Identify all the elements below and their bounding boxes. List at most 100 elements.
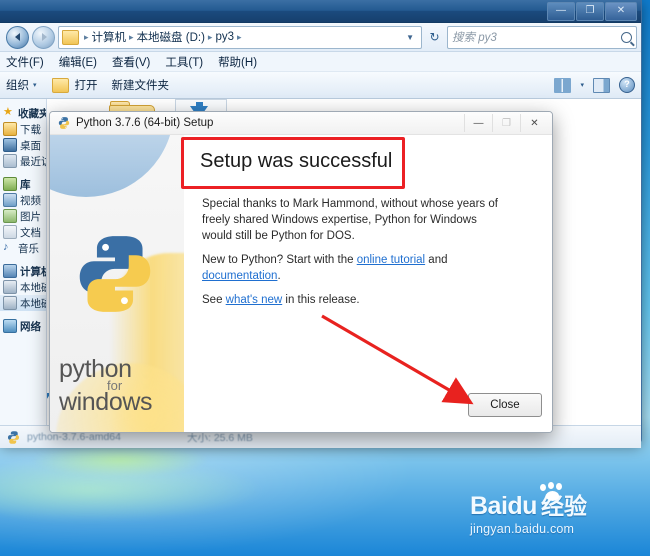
sidebar-label: 桌面 <box>20 139 41 152</box>
desktop-icon <box>3 138 17 152</box>
breadcrumb-item-drive[interactable]: 本地磁盘 (D:) <box>137 29 205 45</box>
search-placeholder: 搜索 py3 <box>452 32 497 44</box>
sidebar-item-libraries[interactable]: 库 <box>0 176 46 192</box>
sidebar-item-favorites[interactable]: ★ 收藏夹 <box>0 105 46 121</box>
sidebar-item-pictures[interactable]: 图片 <box>0 208 46 224</box>
menu-tools[interactable]: 工具(T) <box>165 54 203 70</box>
dialog-close-button[interactable]: ✕ <box>520 114 548 132</box>
toolbar-right-group: ▾ ? <box>554 77 635 93</box>
new-folder-label: 新建文件夹 <box>111 80 170 92</box>
watermark-brand-latin: Baidu <box>470 492 537 520</box>
whats-new-link[interactable]: what's new <box>226 294 283 306</box>
sidebar-item-videos[interactable]: 视频 <box>0 192 46 208</box>
change-view-icon[interactable] <box>554 77 572 93</box>
p3-pre: See <box>202 294 226 306</box>
download-folder-icon <box>3 122 17 136</box>
pictures-icon <box>3 209 17 223</box>
desktop-swoosh-highlight <box>30 443 210 477</box>
explorer-window-controls: — ❐ ✕ <box>547 2 637 21</box>
computer-icon <box>3 264 17 278</box>
sidebar-item-computer[interactable]: 计算机 <box>0 263 46 279</box>
open-label: 打开 <box>74 80 98 92</box>
chevron-down-icon[interactable]: ▾ <box>580 81 584 89</box>
sidebar-label: 收藏夹 <box>18 107 47 120</box>
nav-group-computer: 计算机 本地磁盘 本地磁盘 <box>0 263 46 311</box>
explorer-close-button[interactable]: ✕ <box>605 2 637 21</box>
page-title: Setup was successful <box>200 150 393 172</box>
sidebar-item-music[interactable]: ♪ 音乐 <box>0 240 46 256</box>
thanks-paragraph: Special thanks to Mark Hammond, without … <box>202 198 498 242</box>
preview-pane-icon[interactable] <box>593 77 610 93</box>
documents-icon <box>3 225 17 239</box>
nav-group-favorites: ★ 收藏夹 下载 桌面 最近访问 <box>0 105 46 169</box>
explorer-toolbar: 组织 ▾ 打开 新建文件夹 ▾ ? <box>0 71 641 99</box>
sidebar-item-documents[interactable]: 文档 <box>0 224 46 240</box>
menu-file[interactable]: 文件(F) <box>6 54 44 70</box>
sidebar-item-downloads[interactable]: 下载 <box>0 121 46 137</box>
nav-group-libraries: 库 视频 图片 文档 ♪ 音乐 <box>0 176 46 256</box>
refresh-icon[interactable]: ↻ <box>425 27 444 48</box>
explorer-maximize-button[interactable]: ❐ <box>576 2 604 21</box>
address-bar[interactable]: ▸ 计算机 ▸ 本地磁盘 (D:) ▸ py3 ▸ ▼ <box>58 25 422 49</box>
dialog-minimize-button[interactable]: — <box>464 114 492 132</box>
explorer-menubar: 文件(F) 编辑(E) 查看(V) 工具(T) 帮助(H) <box>0 52 641 71</box>
breadcrumb-separator: ▸ <box>237 31 242 42</box>
navigation-pane: ★ 收藏夹 下载 桌面 最近访问 库 <box>0 99 47 425</box>
p2-post: . <box>277 270 281 282</box>
explorer-titlebar: — ❐ ✕ <box>0 0 641 23</box>
python-icon <box>58 117 70 129</box>
new-to-python-paragraph: New to Python? Start with the online tut… <box>202 252 502 284</box>
menu-help[interactable]: 帮助(H) <box>218 54 257 70</box>
p3-post: in this release. <box>282 294 360 306</box>
sidebar-item-desktop[interactable]: 桌面 <box>0 137 46 153</box>
chevron-down-icon[interactable]: ▼ <box>401 33 419 42</box>
dialog-main-content <box>184 135 552 432</box>
library-icon <box>3 177 17 191</box>
close-button[interactable]: Close <box>468 393 542 417</box>
menu-edit[interactable]: 编辑(E) <box>59 54 97 70</box>
sidebar-item-recent[interactable]: 最近访问 <box>0 153 46 169</box>
search-input[interactable]: 搜索 py3 <box>447 25 637 49</box>
sidebar-label: 网络 <box>20 320 41 333</box>
forward-button[interactable] <box>32 25 55 49</box>
dialog-sidebar-branding: python for windows <box>50 135 184 432</box>
organize-button[interactable]: 组织 ▾ <box>6 77 37 93</box>
open-button[interactable]: 打开 <box>51 77 98 93</box>
p2-mid: and <box>425 254 448 266</box>
breadcrumb-item-py3[interactable]: py3 <box>215 31 234 43</box>
sidebar-label: 图片 <box>20 210 41 223</box>
menu-view[interactable]: 查看(V) <box>112 54 150 70</box>
python-setup-dialog: Python 3.7.6 (64-bit) Setup — ❐ ✕ python… <box>49 111 553 433</box>
documentation-link[interactable]: documentation <box>202 270 277 282</box>
folder-icon <box>62 29 79 45</box>
breadcrumb-item-computer[interactable]: 计算机 <box>92 29 127 45</box>
explorer-minimize-button[interactable]: — <box>547 2 575 21</box>
back-button[interactable] <box>6 25 29 49</box>
dialog-heading-wrap: Setup was successful <box>190 145 402 178</box>
sidebar-label: 音乐 <box>18 242 39 255</box>
online-tutorial-link[interactable]: online tutorial <box>357 254 425 266</box>
python-status-icon <box>7 430 20 444</box>
whats-new-paragraph: See what's new in this release. <box>202 292 502 308</box>
baidu-paw-icon <box>538 482 572 502</box>
nav-group-network: 网络 <box>0 318 46 334</box>
explorer-address-row: ▸ 计算机 ▸ 本地磁盘 (D:) ▸ py3 ▸ ▼ ↻ 搜索 py3 <box>0 23 641 52</box>
disk-icon <box>3 280 17 294</box>
branding-line-windows: windows <box>59 388 153 416</box>
sidebar-label: 本地磁盘 <box>20 281 46 294</box>
open-icon <box>51 77 69 93</box>
sidebar-item-network[interactable]: 网络 <box>0 318 46 334</box>
sidebar-label: 本地磁盘 <box>20 297 46 310</box>
breadcrumb-separator: ▸ <box>207 31 213 42</box>
watermark-url: jingyan.baidu.com <box>470 522 575 536</box>
dialog-title: Python 3.7.6 (64-bit) Setup <box>76 117 214 129</box>
sidebar-label: 视频 <box>20 194 41 207</box>
network-icon <box>3 319 17 333</box>
sidebar-item-local-disk-d[interactable]: 本地磁盘 <box>0 295 46 311</box>
music-icon: ♪ <box>3 241 9 253</box>
new-folder-button[interactable]: 新建文件夹 <box>112 77 170 93</box>
sidebar-label: 最近访问 <box>20 155 46 168</box>
sidebar-item-local-disk-c[interactable]: 本地磁盘 <box>0 279 46 295</box>
dialog-window-controls: — ❐ ✕ <box>464 114 548 132</box>
help-icon[interactable]: ? <box>619 77 635 93</box>
